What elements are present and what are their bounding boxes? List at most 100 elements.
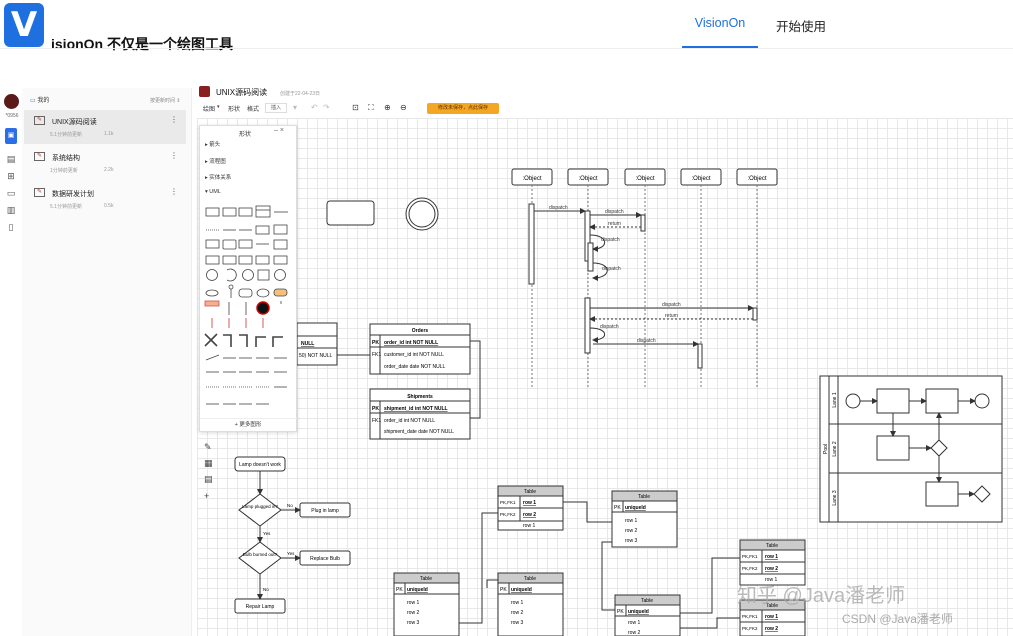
- chevron-down-icon[interactable]: ▾: [293, 103, 297, 112]
- file-size: 1.1k: [104, 131, 114, 137]
- table-key: PK: [614, 505, 621, 511]
- trash-icon[interactable]: ▥: [6, 205, 16, 215]
- save-warning-button[interactable]: 修改未保存，点此保存: [427, 103, 499, 114]
- flow-node-label: Bulb burned out?: [243, 552, 278, 557]
- fit-icon[interactable]: ⊡: [352, 103, 359, 112]
- category-label: 流程图: [209, 159, 226, 165]
- lane-label: Lane 1: [832, 392, 838, 408]
- table-field: row 1: [511, 600, 523, 606]
- lane-label: Lane 2: [832, 441, 838, 457]
- sequence-diagram[interactable]: :Object :Object :Object :Object :Object: [511, 168, 778, 388]
- fullscreen-icon[interactable]: ⛶: [368, 103, 374, 113]
- table-icon[interactable]: ▤: [204, 474, 213, 485]
- style-icon[interactable]: ✎: [204, 442, 212, 453]
- table-field: row 1: [765, 554, 778, 560]
- table-field: row 3: [407, 620, 419, 626]
- insert-button[interactable]: 插入: [265, 103, 287, 113]
- avatar[interactable]: [4, 94, 19, 109]
- files-icon[interactable]: ▣: [5, 128, 17, 144]
- nav-visionon[interactable]: VisionOn: [682, 16, 758, 48]
- er-field: order_date date NOT NULL: [384, 364, 446, 370]
- file-size: 2.2k: [104, 167, 114, 173]
- menu-style[interactable]: 格式: [247, 104, 259, 113]
- close-icon[interactable]: ×: [280, 127, 284, 134]
- category-er[interactable]: ▸ 实体关系: [205, 173, 231, 181]
- flowchart[interactable]: Lamp doesn't work Lamp plugged in? Plug …: [234, 456, 351, 614]
- template-icon[interactable]: ⊞: [6, 171, 16, 181]
- table-title: Table: [641, 598, 653, 604]
- pool-label: Pool: [823, 444, 829, 454]
- file-list-title: 我的: [37, 98, 50, 104]
- lifeline-label: :Object: [522, 176, 541, 182]
- flow-node-label: Lamp plugged in?: [242, 504, 278, 509]
- more-icon[interactable]: ⋮: [170, 151, 178, 160]
- clipboard-icon[interactable]: ▯: [6, 222, 16, 232]
- undo-icon[interactable]: ↶: [311, 103, 318, 112]
- redo-icon[interactable]: ↷: [323, 103, 330, 112]
- header-divider: [0, 48, 1013, 49]
- file-name: UNIX源码阅读: [52, 119, 97, 126]
- nav-get-started[interactable]: 开始使用: [776, 16, 826, 35]
- menu-draw[interactable]: 绘图: [203, 104, 215, 113]
- category-arrows[interactable]: ▸ 箭头: [205, 140, 220, 148]
- watermark-zhihu: 知乎 @Java潘老师: [737, 585, 906, 607]
- document-icon: ✎: [34, 152, 45, 161]
- chevron-down-icon[interactable]: ▾: [217, 104, 220, 110]
- lifeline-label: :Object: [691, 176, 710, 182]
- flow-edge-label: Yes: [263, 531, 271, 536]
- file-item[interactable]: ✎ UNIX源码阅读 5.1分钟前更新 1.1k ⋮: [24, 110, 186, 144]
- er-field: order_id int NOT NULL: [384, 418, 435, 424]
- flow-node-label: Plug in lamp: [311, 508, 339, 514]
- message-label: dispatch: [601, 237, 620, 243]
- doc-title[interactable]: UNIX源码阅读: [216, 87, 267, 98]
- table-key: PK: [500, 587, 507, 593]
- category-flowchart[interactable]: ▸ 流程图: [205, 157, 226, 165]
- sort-toggle[interactable]: 按更新时间 ⇕: [150, 97, 181, 104]
- er-key: PK: [372, 340, 379, 346]
- er-diagram[interactable]: NULL 50) NOT NULL Orders PK order_id int…: [296, 322, 481, 440]
- drawing-canvas[interactable]: :Object :Object :Object :Object :Object: [197, 118, 1013, 636]
- er-field: order_id int NOT NULL: [384, 340, 438, 346]
- message-label: dispatch: [605, 209, 624, 215]
- uml-shape-grid[interactable]: [201, 200, 295, 416]
- zoom-out-icon[interactable]: ⊖: [400, 103, 407, 112]
- er-key: PK: [372, 406, 379, 412]
- file-meta: 5.1分钟前更新: [50, 204, 82, 210]
- table-field: row 1: [625, 518, 637, 524]
- rounded-rect-shape[interactable]: [326, 200, 375, 226]
- lane-label: Lane 3: [832, 490, 838, 506]
- add-icon[interactable]: +: [204, 491, 209, 501]
- file-name: 数据研发计划: [52, 191, 94, 198]
- zoom-in-icon[interactable]: ⊕: [384, 103, 391, 112]
- panel-controls[interactable]: – ×: [274, 127, 284, 134]
- table-key: PK: [617, 609, 624, 615]
- table-field: row 2: [765, 626, 778, 632]
- category-label: 箭头: [209, 142, 221, 148]
- table-key: PK,FK2: [742, 626, 758, 631]
- more-shapes-button[interactable]: + 更多图形: [199, 418, 297, 431]
- table-key: PK,FK1: [500, 500, 516, 505]
- table-field: row 2: [407, 610, 419, 616]
- file-item[interactable]: ✎ 数据研发计划 5.1分钟前更新 0.5k ⋮: [24, 182, 186, 216]
- swimlane-diagram[interactable]: Pool Lane 1 Lane 2 Lane 3: [819, 375, 1003, 523]
- folder-icon[interactable]: ▭: [6, 188, 16, 198]
- more-icon[interactable]: ⋮: [170, 115, 178, 124]
- qr-icon[interactable]: ▦: [204, 458, 213, 469]
- message-label: dispatch: [549, 205, 568, 211]
- er-field: shipment_id int NOT NULL: [384, 406, 448, 412]
- table-field: row 1: [628, 620, 640, 626]
- table-field: uniqueId: [625, 505, 646, 511]
- category-uml[interactable]: ▾ UML: [205, 189, 221, 195]
- more-icon[interactable]: ⋮: [170, 187, 178, 196]
- calendar-icon[interactable]: ▤: [6, 154, 16, 164]
- message-label: dispatch: [602, 266, 621, 272]
- er-field: 50) NOT NULL: [299, 353, 332, 359]
- file-meta: 5.1分钟前更新: [50, 132, 82, 138]
- table-field: uniqueId: [628, 609, 649, 615]
- flow-edge-label: Yes: [287, 551, 295, 556]
- file-name: 系统结构: [52, 155, 80, 162]
- table-entities[interactable]: Table PK,FK1 row 1 PK,FK2 row 2 row 1 Ta…: [393, 485, 806, 636]
- menu-shape[interactable]: 形状: [228, 104, 240, 113]
- file-item[interactable]: ✎ 系统结构 1分钟前更新 2.2k ⋮: [24, 146, 186, 180]
- lifeline-label: :Object: [635, 176, 654, 182]
